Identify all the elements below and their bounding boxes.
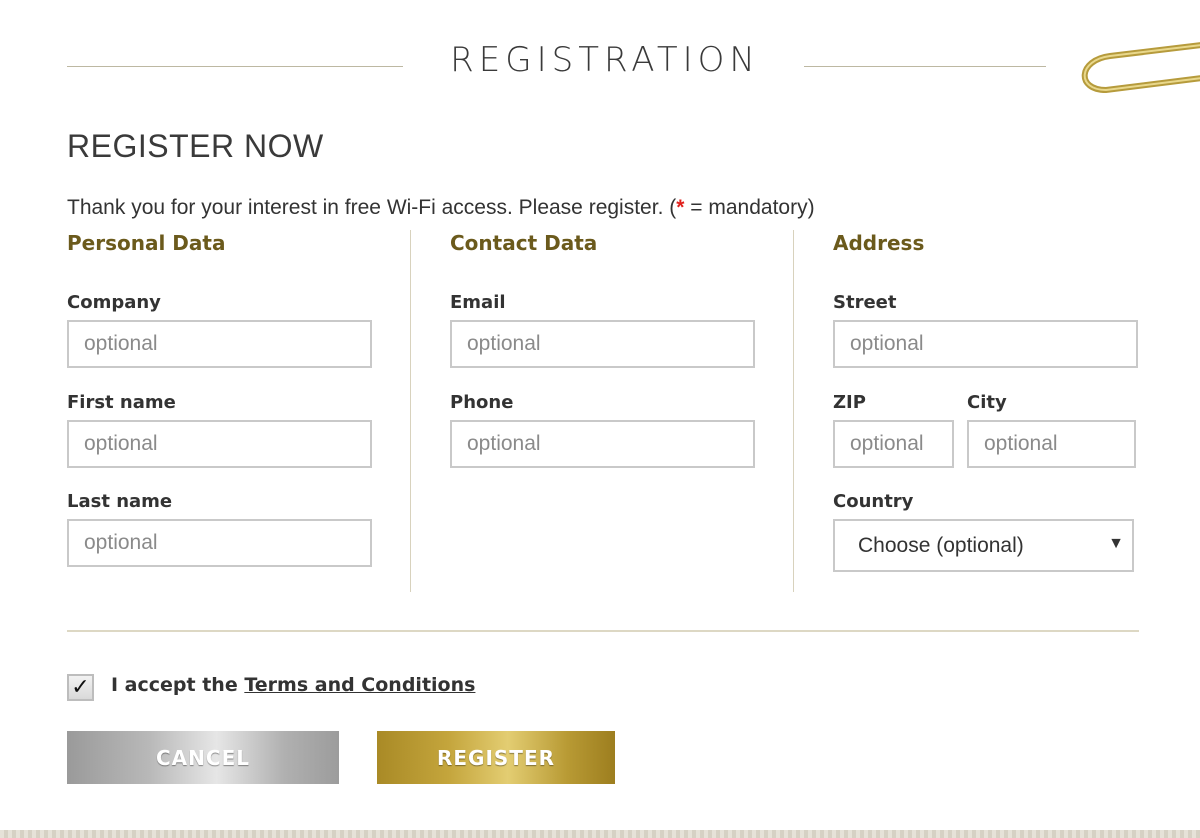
phone-input[interactable] [450, 420, 755, 468]
company-label: Company [67, 292, 161, 313]
page-title: REGISTRATION [450, 40, 760, 80]
first-name-input[interactable] [67, 420, 372, 468]
zip-input[interactable] [833, 420, 954, 468]
register-now-heading: REGISTER NOW [67, 128, 324, 164]
street-input[interactable] [833, 320, 1138, 368]
last-name-label: Last name [67, 491, 173, 512]
register-button[interactable]: REGISTER [377, 731, 615, 784]
first-name-label: First name [67, 392, 176, 413]
paperclip-icon [1081, 42, 1200, 94]
phone-label: Phone [450, 392, 514, 413]
country-label: Country [833, 491, 914, 512]
country-select-value: Choose (optional) [858, 533, 1024, 557]
intro-text-main: Thank you for your interest in free Wi-F… [67, 196, 677, 219]
city-label: City [967, 392, 1007, 413]
intro-text: Thank you for your interest in free Wi-F… [67, 196, 815, 220]
intro-text-end: = mandatory) [684, 196, 815, 219]
contact-data-title: Contact Data [450, 231, 598, 255]
email-input[interactable] [450, 320, 755, 368]
cancel-button[interactable]: CANCEL [67, 731, 339, 784]
terms-checkbox[interactable]: ✓ [67, 674, 94, 701]
email-label: Email [450, 292, 506, 313]
header-divider-left [67, 66, 403, 67]
column-divider [410, 230, 411, 592]
checkmark-icon: ✓ [71, 675, 90, 700]
terms-label: I accept the Terms and Conditions [111, 674, 475, 696]
zip-label: ZIP [833, 392, 866, 413]
personal-data-title: Personal Data [67, 231, 226, 255]
terms-link[interactable]: Terms and Conditions [244, 674, 475, 696]
terms-prefix: I accept the [111, 674, 245, 696]
form-divider [67, 630, 1139, 632]
last-name-input[interactable] [67, 519, 372, 567]
dropdown-arrow-icon: ▼ [1108, 535, 1124, 552]
bottom-border [0, 830, 1200, 838]
city-input[interactable] [967, 420, 1136, 468]
country-select[interactable]: Choose (optional) ▼ [833, 519, 1134, 572]
street-label: Street [833, 292, 897, 313]
column-divider [793, 230, 794, 592]
address-title: Address [833, 231, 925, 255]
company-input[interactable] [67, 320, 372, 368]
header-divider-right [804, 66, 1046, 67]
